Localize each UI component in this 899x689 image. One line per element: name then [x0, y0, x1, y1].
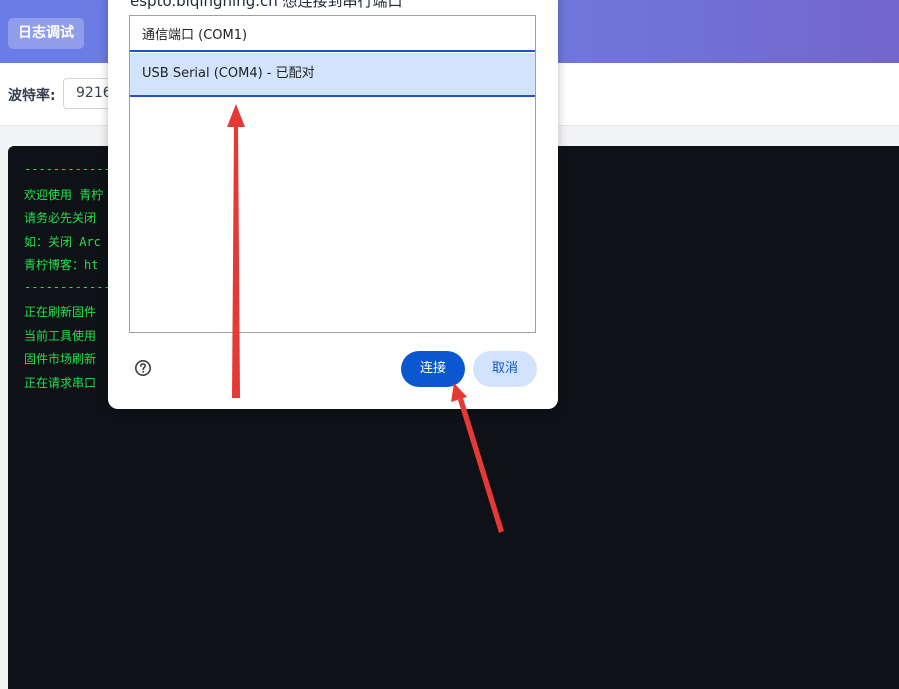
tab-log-debug[interactable]: 日志调试: [8, 18, 84, 49]
terminal-line: 如：关闭 Arc: [24, 235, 101, 249]
cancel-button[interactable]: 取消: [473, 351, 537, 387]
terminal-line: 青柠博客：ht: [24, 258, 99, 272]
terminal-line: 正在请求串口: [24, 376, 97, 390]
help-circle-icon[interactable]: [134, 359, 152, 377]
dialog-title: espto.biqingning.cn 想连接到串行端口: [130, 0, 403, 10]
terminal-line: 固件市场刷新: [24, 352, 97, 366]
terminal-line: 正在刷新固件: [24, 305, 97, 319]
terminal-line: ------------: [24, 280, 111, 294]
app-window: 日志调试 波特率: 92160 ------------ 欢迎使用 青柠 请务必…: [0, 0, 899, 689]
baud-rate-label: 波特率:: [8, 88, 56, 104]
connect-button[interactable]: 连接: [401, 351, 465, 387]
terminal-line: 欢迎使用 青柠: [24, 188, 104, 202]
port-item-com4[interactable]: USB Serial (COM4) - 已配对: [130, 53, 535, 97]
serial-port-dialog: espto.biqingning.cn 想连接到串行端口 通信端口 (COM1)…: [108, 0, 558, 409]
port-list: 通信端口 (COM1) USB Serial (COM4) - 已配对: [129, 15, 536, 333]
terminal-line: ------------: [24, 162, 111, 176]
terminal-line: 当前工具使用: [24, 329, 97, 343]
port-item-com1[interactable]: 通信端口 (COM1): [130, 16, 535, 52]
terminal-line: 请务必先关闭: [24, 211, 97, 225]
